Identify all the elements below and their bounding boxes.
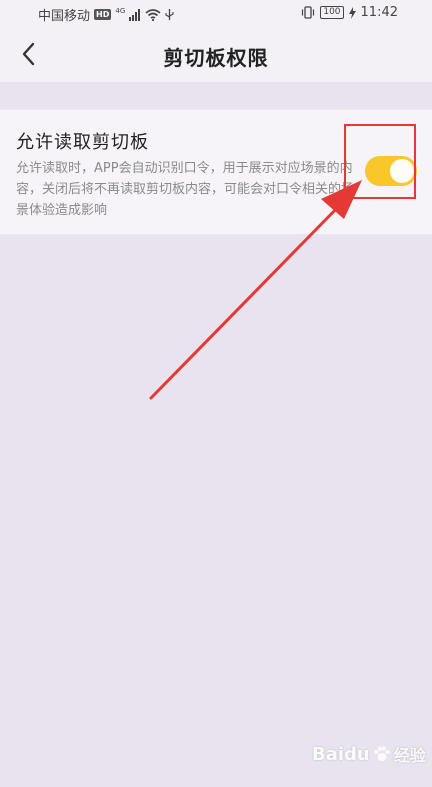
paw-icon: [374, 746, 390, 761]
baidu-jingyan-watermark: Baidu 经验: [312, 742, 426, 766]
wifi-icon: [145, 8, 161, 21]
usb-icon: [165, 9, 174, 20]
watermark-sub: 经验: [393, 746, 426, 765]
title-bar: 剪切板权限: [0, 26, 432, 82]
clipboard-toggle-switch[interactable]: [365, 156, 417, 186]
network-type-label: 4G: [115, 6, 126, 15]
vibrate-icon: [302, 6, 315, 19]
setting-description: 允许读取时，APP会自动识别口令，用于展示对应场景的内容，关闭后将不再读取剪切板…: [16, 161, 355, 218]
setting-title: 允许读取剪切板: [16, 132, 149, 153]
signal-icon: [129, 8, 141, 21]
charging-icon: [348, 6, 356, 19]
page-title: 剪切板权限: [163, 46, 269, 70]
status-bar: 中国移动 HD 4G 100 11:42: [0, 0, 432, 26]
battery-icon: 100: [320, 6, 344, 19]
watermark-brand: Baidu: [312, 743, 370, 765]
clock-label: 11:42: [360, 5, 398, 20]
toggle-knob: [390, 159, 414, 183]
carrier-label: 中国移动: [38, 9, 91, 24]
status-right: 100 11:42: [301, 5, 398, 20]
hd-badge: HD: [94, 9, 112, 20]
status-left: 中国移动 HD 4G: [38, 5, 174, 24]
